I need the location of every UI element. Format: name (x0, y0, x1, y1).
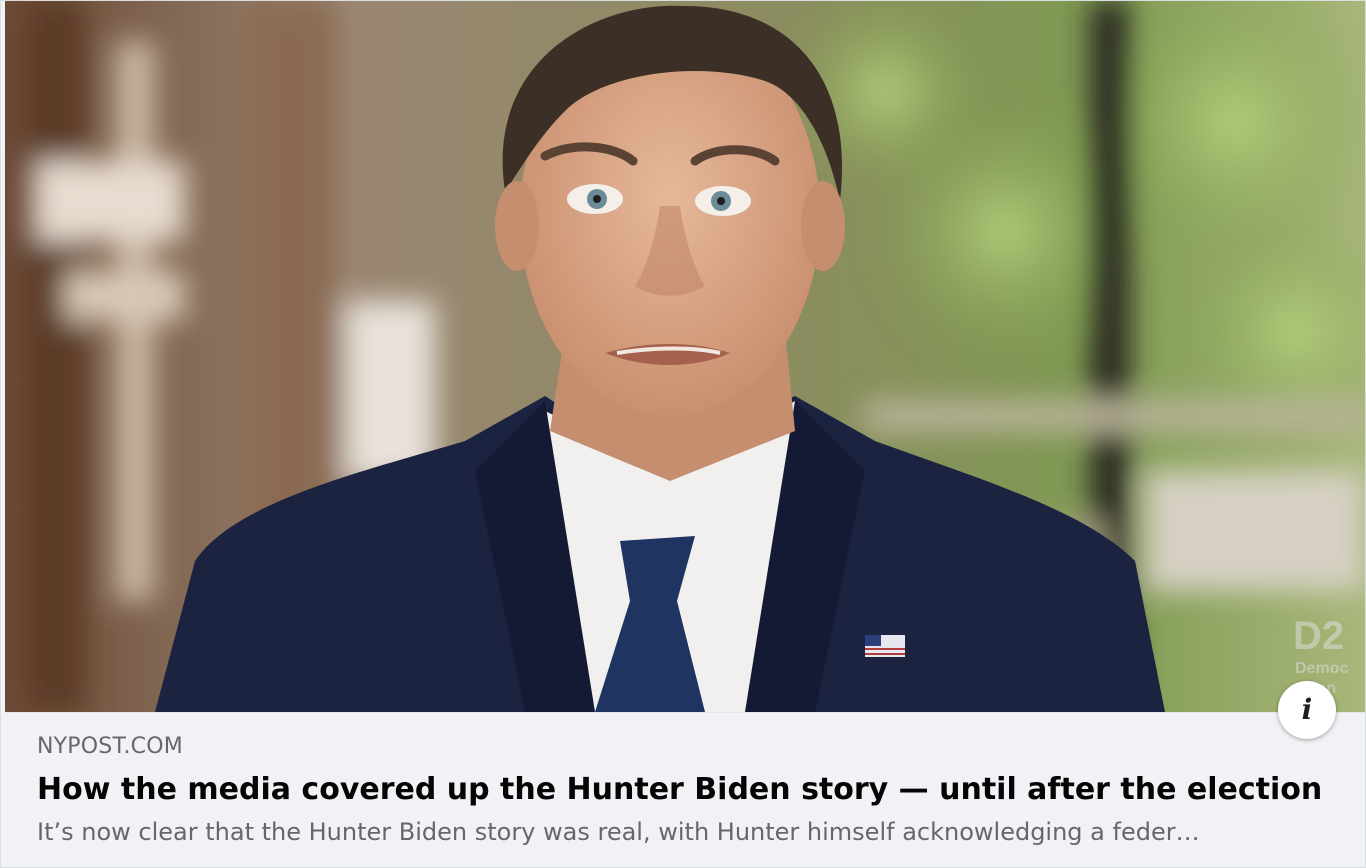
link-preview-details[interactable]: NYPOST.COM How the media covered up the … (5, 712, 1365, 867)
info-button[interactable]: i (1278, 681, 1336, 739)
info-icon: i (1301, 693, 1313, 726)
link-domain: NYPOST.COM (37, 734, 183, 759)
photo-illustration: D2 Democ ntion (5, 1, 1365, 712)
article-image[interactable]: D2 Democ ntion (5, 1, 1365, 712)
link-headline[interactable]: How the media covered up the Hunter Bide… (37, 772, 1327, 807)
link-description: It’s now clear that the Hunter Biden sto… (37, 818, 1200, 846)
link-preview-card[interactable]: D2 Democ ntion NYPOST.COM How the media … (0, 0, 1366, 868)
svg-text:Democ: Democ (1295, 660, 1348, 677)
svg-text:D2: D2 (1293, 614, 1344, 658)
